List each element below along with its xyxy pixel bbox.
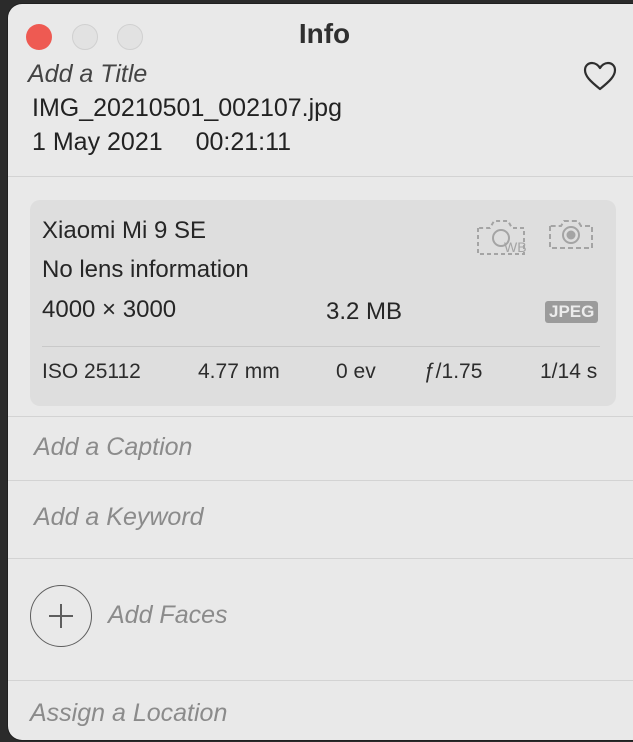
caption-row[interactable]: Add a Caption xyxy=(8,416,633,481)
image-dimensions: 4000 × 3000 xyxy=(42,296,177,323)
live-photo-icon xyxy=(549,220,593,249)
capture-date: 1 May 2021 xyxy=(32,128,163,156)
capture-datetime: 1 May 2021 00:21:11 xyxy=(32,128,291,157)
file-size: 3.2 MB xyxy=(326,298,403,325)
title-bar: Info xyxy=(8,4,633,60)
location-row[interactable]: Assign a Location xyxy=(8,680,633,740)
add-faces-plus-icon[interactable] xyxy=(30,585,92,647)
white-balance-icon: WB xyxy=(477,220,527,255)
card-divider xyxy=(42,346,600,347)
camera-model: Xiaomi Mi 9 SE xyxy=(42,217,207,244)
caption-field[interactable]: Add a Caption xyxy=(34,433,192,462)
camera-info-card: Xiaomi Mi 9 SE No lens information 4000 … xyxy=(30,200,616,406)
location-field[interactable]: Assign a Location xyxy=(30,699,227,728)
photo-header: Add a Title IMG_20210501_002107.jpg 1 Ma… xyxy=(8,60,633,177)
svg-text:WB: WB xyxy=(504,239,527,255)
window-title: Info xyxy=(298,18,351,49)
lens-info: No lens information xyxy=(42,256,249,283)
exif-aperture: ƒ/1.75 xyxy=(424,360,483,383)
add-faces-label[interactable]: Add Faces xyxy=(108,601,228,630)
exif-iso: ISO 25112 xyxy=(42,360,141,383)
faces-row[interactable]: Add Faces xyxy=(8,558,633,681)
format-badge: JPEG xyxy=(545,301,599,323)
keyword-row[interactable]: Add a Keyword xyxy=(8,480,633,559)
info-window: Info Add a Title IMG_20210501_002107.jpg… xyxy=(8,4,633,740)
exif-shutter-speed: 1/14 s xyxy=(540,360,598,383)
add-title-field[interactable]: Add a Title xyxy=(28,60,147,89)
keyword-field[interactable]: Add a Keyword xyxy=(34,503,204,532)
exif-exposure-bias: 0 ev xyxy=(336,360,376,383)
favorite-heart-icon[interactable] xyxy=(582,60,618,92)
capture-time: 00:21:11 xyxy=(195,128,292,156)
exif-focal-length: 4.77 mm xyxy=(198,360,280,383)
filename: IMG_20210501_002107.jpg xyxy=(32,94,342,122)
